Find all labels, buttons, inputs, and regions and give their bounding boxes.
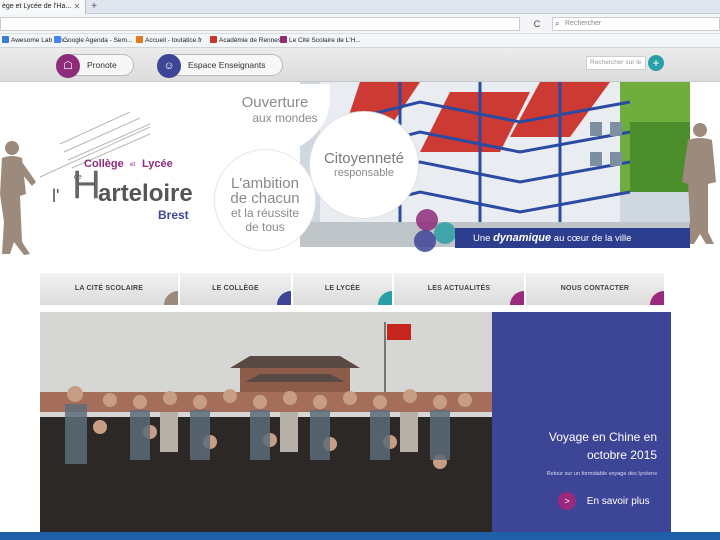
browser-tab[interactable]: ège et Lycée de l'Ha... ✕ (0, 0, 86, 14)
bookmark-item[interactable]: Google Agenda - Sem... (54, 34, 132, 48)
bubble-ambition-line3: et la réussite (230, 206, 300, 220)
bubble-ambition-line1: L'ambition (231, 175, 299, 192)
hero-caption-panel: Voyage en Chine en octobre 2015 Retour s… (492, 312, 671, 532)
menu-item-label: LE COLLÈGE (212, 285, 259, 292)
bookmark-label: Académie de Rennes (219, 37, 282, 44)
menu-item-label: LA CITÉ SCOLAIRE (74, 285, 144, 292)
bookmarks-bar: Awesome Lab - in... Google Agenda - Sem.… (0, 34, 720, 48)
pronote-icon: ☖ (56, 54, 80, 78)
banner: Collège et Lycée l' de H arteloire Brest (0, 82, 720, 262)
bookmark-label: Accueil - toutatice.fr (145, 37, 203, 44)
menu-item-college[interactable]: LE COLLÈGE (180, 273, 293, 305)
bookmark-favicon-icon (136, 36, 143, 43)
bookmark-favicon-icon (210, 36, 217, 43)
pronote-label: Pronote (87, 60, 117, 70)
bubble-ouverture-line2: aux mondes (252, 111, 318, 125)
menu-corner-accent (277, 291, 291, 305)
pronote-button[interactable]: ☖ Pronote (56, 54, 134, 78)
menu-item-label: LES ACTUALITÉS (427, 285, 491, 292)
site-header: ☖ Pronote ☺ Espace Enseignants Recherche… (0, 48, 720, 82)
hero-title: Voyage en Chine en octobre 2015 (492, 428, 657, 464)
hero-slider: Voyage en Chine en octobre 2015 Retour s… (40, 312, 671, 532)
browser-search-placeholder: Rechercher (565, 20, 602, 27)
bubble-ouverture-line1: Ouverture (241, 94, 309, 111)
menu-item-cite-scolaire[interactable]: LA CITÉ SCOLAIRE (40, 273, 180, 305)
hero-title-line1: Voyage en Chine en (548, 430, 657, 444)
logo-arteloire: arteloire (98, 180, 193, 207)
chevron-right-icon: > (558, 492, 576, 511)
site-search-input[interactable]: Rechercher sur le (586, 56, 646, 70)
tagline-suffix: au cœur de la ville (553, 233, 632, 244)
bookmark-item[interactable]: Le Cité Scolaire de L'H... (280, 34, 361, 48)
bookmark-favicon-icon (2, 36, 9, 43)
bubble-citoyennete-line1: Citoyenneté (323, 150, 405, 167)
site-search-button[interactable]: + (648, 55, 664, 71)
close-tab-icon[interactable]: ✕ (72, 0, 82, 14)
tagline-emphasis: dynamique (493, 232, 552, 244)
menu-item-label: NOUS CONTACTER (560, 285, 630, 292)
browser-tab-bar: ège et Lycée de l'Ha... ✕ + (0, 0, 720, 14)
teacher-icon: ☺ (157, 54, 181, 78)
os-taskbar (0, 532, 720, 540)
bookmark-item[interactable]: Académie de Rennes (210, 34, 281, 48)
search-icon: ⌕ (555, 19, 560, 28)
tagline: Une dynamique au cœur de la ville (455, 228, 690, 248)
new-tab-button[interactable]: + (89, 0, 99, 14)
browser-search-input[interactable]: ⌕ Rechercher (552, 17, 720, 31)
logo-et: et (130, 162, 136, 168)
logo-h: H (72, 163, 101, 207)
bookmark-favicon-icon (280, 36, 287, 43)
decorative-dot-navy (414, 230, 436, 252)
logo-l: l' (52, 186, 60, 206)
bookmark-item[interactable]: Accueil - toutatice.fr (136, 34, 202, 48)
group-photo-illustration (40, 312, 492, 532)
menu-item-actualites[interactable]: LES ACTUALITÉS (394, 273, 526, 305)
student-silhouette-left (0, 141, 36, 255)
bookmark-favicon-icon (54, 36, 61, 43)
bubble-citoyennete-line2: responsable (334, 167, 394, 179)
read-more-label: En savoir plus (586, 496, 650, 507)
menu-corner-accent (650, 291, 664, 305)
tab-title: ège et Lycée de l'Ha... (2, 3, 72, 10)
menu-corner-accent (378, 291, 392, 305)
logo-city: Brest (158, 208, 189, 222)
bubble-ambition: L'ambition de chacun et la réussite de t… (215, 150, 315, 250)
teachers-space-button[interactable]: ☺ Espace Enseignants (157, 54, 283, 78)
reload-icon[interactable]: C (530, 17, 544, 31)
menu-item-label: LE LYCÉE (324, 285, 361, 292)
menu-item-contact[interactable]: NOUS CONTACTER (526, 273, 664, 305)
tagline-prefix: Une (473, 233, 491, 244)
decorative-dot-teal (434, 222, 456, 244)
menu-corner-accent (510, 291, 524, 305)
main-menu: LA CITÉ SCOLAIRE LE COLLÈGE LE LYCÉE LES… (40, 273, 664, 305)
hero-subtitle: Retour sur un formidable voyage des lycé… (546, 471, 657, 477)
menu-item-lycee[interactable]: LE LYCÉE (293, 273, 394, 305)
read-more-button[interactable]: > En savoir plus (558, 492, 650, 512)
browser-nav-bar: C ⌕ Rechercher (0, 14, 720, 34)
teachers-space-label: Espace Enseignants (188, 60, 266, 70)
logo-lycee: Lycée (142, 158, 173, 170)
address-bar[interactable] (0, 17, 520, 31)
bookmark-label: Google Agenda - Sem... (63, 37, 133, 44)
hero-title-line2: octobre 2015 (586, 448, 657, 462)
bubble-ambition-line2: de chacun (230, 190, 300, 207)
school-logo[interactable]: Collège et Lycée l' de H arteloire Brest (52, 150, 212, 222)
bookmark-label: Le Cité Scolaire de L'H... (289, 37, 361, 44)
hero-photo-group-china[interactable] (40, 312, 492, 532)
bubble-citoyennete: Citoyenneté responsable (310, 112, 418, 218)
menu-corner-accent (164, 291, 178, 305)
bubble-ambition-line4: de tous (245, 220, 285, 234)
